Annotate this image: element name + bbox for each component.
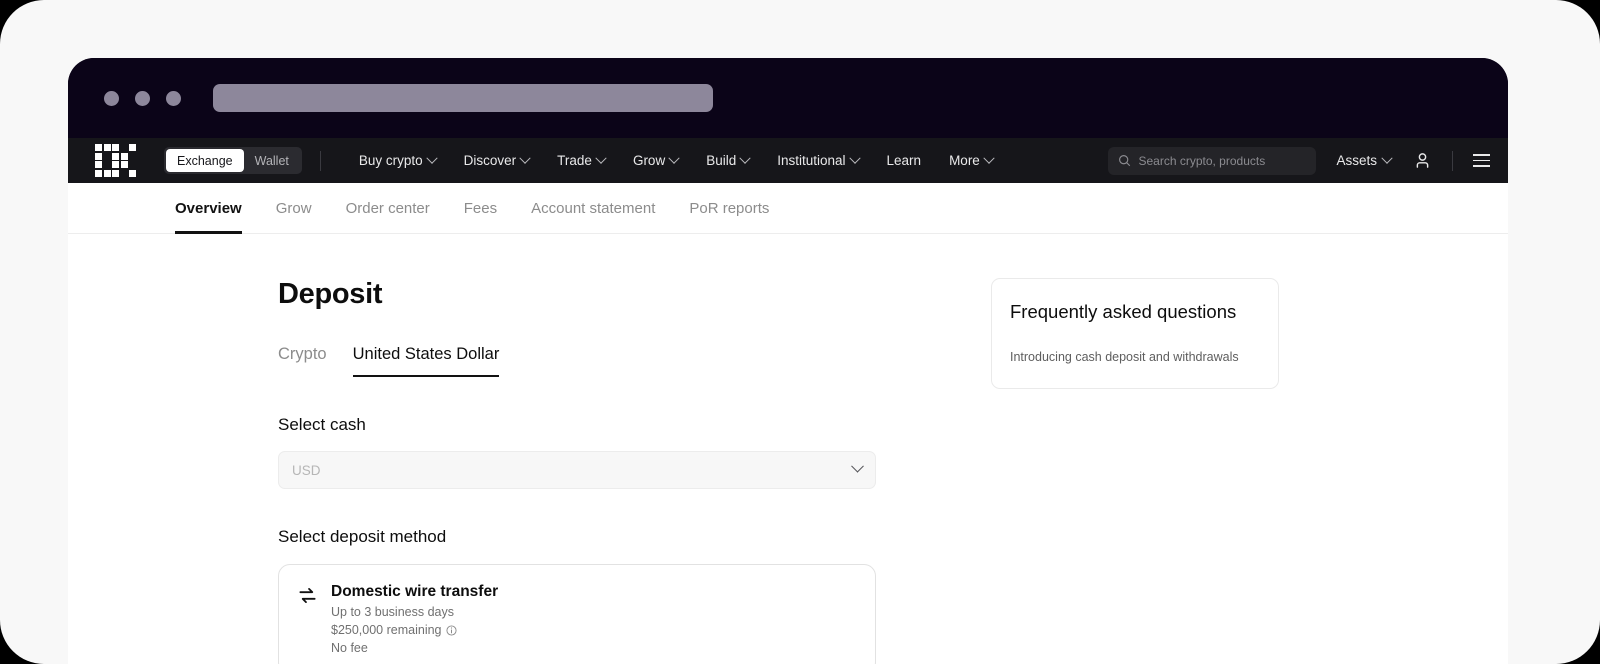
deposit-method-info: Domestic wire transfer Up to 3 business … <box>331 583 498 655</box>
screenshot-canvas: Exchange Wallet Buy crypto Discover Trad… <box>0 0 1600 664</box>
nav-item-buy-crypto[interactable]: Buy crypto <box>345 152 450 168</box>
deposit-method-remaining: $250,000 remaining <box>331 623 442 637</box>
maximize-light[interactable] <box>166 90 181 106</box>
nav-label: Buy crypto <box>358 153 423 168</box>
tab-grow[interactable]: Grow <box>259 183 329 234</box>
info-icon[interactable] <box>445 624 457 636</box>
search-placeholder: Search crypto, products <box>1138 153 1266 168</box>
page-title: Deposit <box>278 278 383 310</box>
nav-item-grow[interactable]: Grow <box>619 152 692 168</box>
nav-label: Discover <box>463 153 517 168</box>
hamburger-icon <box>1473 153 1490 156</box>
profile-button[interactable] <box>1413 151 1432 170</box>
faq-card: Frequently asked questions Introducing c… <box>991 278 1279 389</box>
deposit-main-column: Deposit Crypto United States Dollar Sele… <box>68 278 876 664</box>
search-box[interactable]: Search crypto, products <box>1108 146 1317 175</box>
nav-item-institutional[interactable]: Institutional <box>763 152 872 168</box>
toggle-option-exchange[interactable]: Exchange <box>166 149 244 172</box>
faq-column: Frequently asked questions Introducing c… <box>863 278 1279 664</box>
body-layout: Deposit Crypto United States Dollar Sele… <box>68 234 1508 664</box>
hamburger-menu-button[interactable] <box>1473 153 1490 168</box>
minimize-light[interactable] <box>135 90 150 106</box>
deposit-method-remaining-row: $250,000 remaining <box>331 623 498 637</box>
faq-title: Frequently asked questions <box>1010 301 1237 322</box>
chevron-down-icon <box>668 152 680 164</box>
chevron-down-icon <box>425 152 438 164</box>
hamburger-icon <box>1473 165 1490 168</box>
chevron-down-icon <box>851 459 864 473</box>
deposit-method-card-domestic-wire[interactable]: Domestic wire transfer Up to 3 business … <box>278 564 876 664</box>
deposit-method-duration: Up to 3 business days <box>331 605 454 619</box>
nav-label: Trade <box>557 153 592 168</box>
chevron-down-icon <box>739 152 751 164</box>
chevron-down-icon <box>983 152 995 164</box>
tab-overview[interactable]: Overview <box>175 183 259 234</box>
okx-logo[interactable] <box>95 144 136 177</box>
assets-label: Assets <box>1336 153 1377 168</box>
browser-chrome <box>68 58 1508 138</box>
nav-label: More <box>949 153 980 168</box>
exchange-wallet-toggle[interactable]: Exchange Wallet <box>164 147 302 174</box>
nav-item-build[interactable]: Build <box>692 152 763 168</box>
nav-label: Learn <box>886 153 922 168</box>
nav-item-trade[interactable]: Trade <box>543 152 619 168</box>
deposit-method-fee: No fee <box>331 641 368 655</box>
top-navigation: Exchange Wallet Buy crypto Discover Trad… <box>68 138 1508 183</box>
chevron-down-icon <box>595 152 607 164</box>
select-cash-dropdown[interactable]: USD <box>278 451 876 489</box>
deposit-method-title: Domestic wire transfer <box>331 583 499 600</box>
close-light[interactable] <box>104 90 119 106</box>
page-content: Overview Grow Order center Fees Account … <box>68 183 1508 664</box>
traffic-lights <box>104 90 181 106</box>
user-icon <box>1416 153 1429 168</box>
toggle-option-wallet[interactable]: Wallet <box>244 149 300 172</box>
nav-label: Institutional <box>777 153 846 168</box>
browser-window: Exchange Wallet Buy crypto Discover Trad… <box>68 58 1508 664</box>
hamburger-icon <box>1473 159 1490 162</box>
nav-label: Build <box>706 153 737 168</box>
select-cash-value: USD <box>292 462 321 478</box>
nav-divider-right <box>1452 150 1453 171</box>
nav-item-discover[interactable]: Discover <box>450 152 544 168</box>
select-cash-label: Select cash <box>278 415 366 434</box>
nav-divider <box>319 150 321 171</box>
chevron-down-icon <box>1381 152 1393 164</box>
transfer-arrows-icon <box>299 588 316 603</box>
chevron-down-icon <box>519 152 531 164</box>
assets-menu[interactable]: Assets <box>1336 152 1393 168</box>
search-icon <box>1119 155 1131 167</box>
tab-united-states-dollar[interactable]: United States Dollar <box>352 345 499 377</box>
currency-tabs: Crypto United States Dollar <box>278 345 863 377</box>
tab-order-center[interactable]: Order center <box>329 183 447 234</box>
url-bar[interactable] <box>213 84 713 112</box>
select-deposit-method-label: Select deposit method <box>278 527 447 546</box>
tab-account-statement[interactable]: Account statement <box>514 183 672 234</box>
faq-item[interactable]: Introducing cash deposit and withdrawals <box>1010 350 1258 364</box>
tab-crypto[interactable]: Crypto <box>278 345 327 377</box>
sub-navigation: Overview Grow Order center Fees Account … <box>68 183 1508 234</box>
chevron-down-icon <box>848 152 861 164</box>
nav-label: Grow <box>632 153 666 168</box>
nav-links: Buy crypto Discover Trade Grow Build Ins… <box>345 152 1007 168</box>
nav-item-more[interactable]: More <box>935 152 1007 168</box>
nav-item-learn[interactable]: Learn <box>873 153 936 168</box>
tab-fees[interactable]: Fees <box>447 183 514 234</box>
tab-por-reports[interactable]: PoR reports <box>672 183 786 234</box>
nav-right-cluster: Search crypto, products Assets <box>1108 138 1508 183</box>
